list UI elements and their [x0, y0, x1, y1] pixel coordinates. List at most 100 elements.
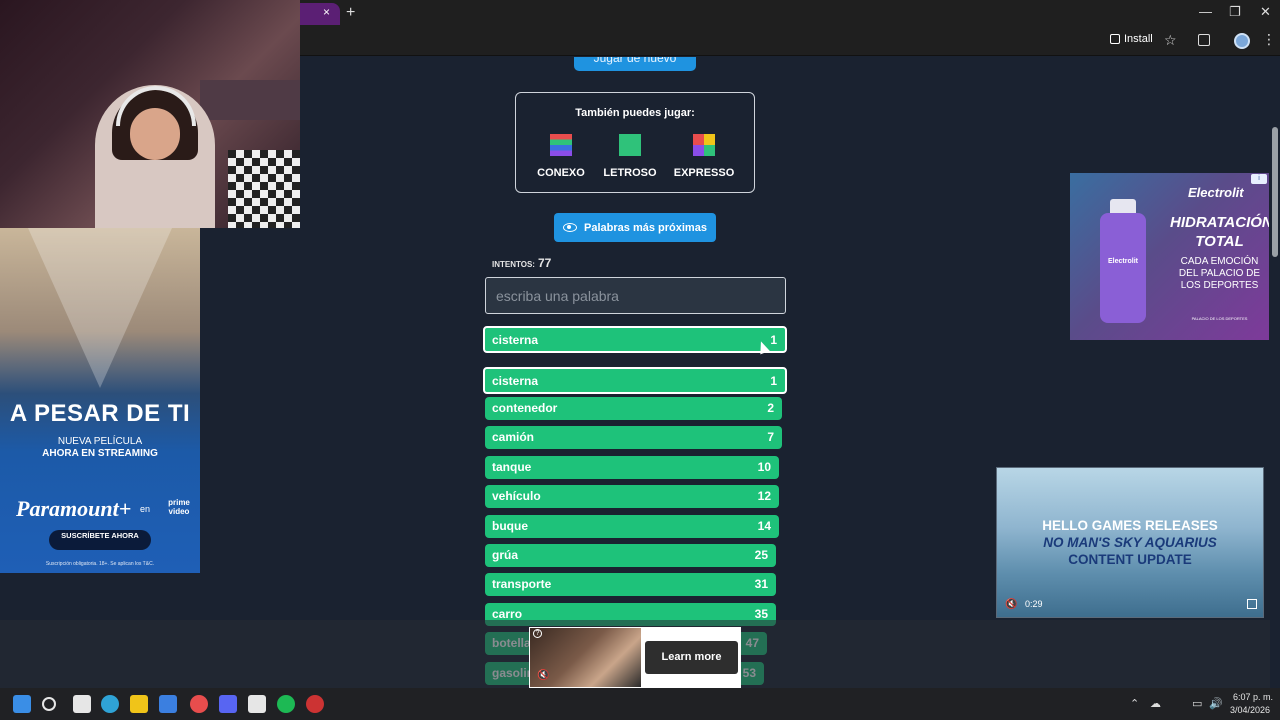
- guess-word: buque: [492, 518, 528, 533]
- guess-word: contenedor: [492, 401, 558, 415]
- install-label: Install: [1124, 33, 1153, 45]
- guess-row: transporte 31: [485, 573, 776, 597]
- guess-rank: 31: [754, 577, 768, 592]
- video-ad-player[interactable]: HELLO GAMES RELEASES NO MAN'S SKY AQUARI…: [996, 467, 1264, 618]
- guess-word: transporte: [492, 577, 552, 592]
- other-games-panel: También puedes jugar: CONEXO LETROSO EXPRE…: [515, 92, 755, 193]
- learn-more-button[interactable]: Learn more: [645, 641, 738, 674]
- mute-icon[interactable]: 🔇: [1005, 599, 1017, 610]
- adchoices-icon[interactable]: i: [1251, 174, 1267, 184]
- guess-rank: 7: [767, 430, 774, 445]
- word-input[interactable]: [485, 277, 786, 314]
- clock-date[interactable]: 3/04/2026: [1230, 705, 1270, 715]
- ad-prime-logo: prime video: [168, 498, 190, 516]
- clock-time[interactable]: 6:07 p. m.: [1233, 692, 1273, 702]
- guess-rank: 10: [757, 459, 771, 474]
- tray-expand-icon[interactable]: ⌃: [1130, 697, 1139, 710]
- ad-video-thumbnail: ? 🔇: [530, 628, 641, 687]
- guess-rank: 14: [757, 518, 771, 533]
- game-name: CONEXO: [537, 167, 585, 179]
- webcam-shelf: [200, 80, 300, 120]
- taskbar-file-explorer-icon[interactable]: [130, 695, 148, 713]
- install-button[interactable]: Install: [1110, 33, 1153, 45]
- taskbar-discord-icon[interactable]: [219, 695, 237, 713]
- minimize-button[interactable]: —: [1199, 4, 1212, 19]
- game-link-expresso[interactable]: EXPRESSO: [669, 134, 739, 179]
- ad-help-icon[interactable]: ?: [533, 629, 542, 638]
- game-name: LETROSO: [603, 167, 657, 179]
- taskbar-store-icon[interactable]: [159, 695, 177, 713]
- bottle-label: Electrolit: [1108, 258, 1138, 265]
- install-icon: [1110, 34, 1120, 44]
- closest-words-button[interactable]: Palabras más próximas: [554, 213, 716, 242]
- ad-subtitle-1: NUEVA PELÍCULA: [57, 436, 143, 447]
- game-link-conexo[interactable]: CONEXO: [526, 134, 596, 179]
- guess-row: grúa 25: [485, 544, 776, 567]
- guess-word: camión: [492, 430, 535, 445]
- close-window-button[interactable]: ✕: [1260, 4, 1271, 20]
- mute-icon[interactable]: 🔇: [537, 670, 549, 681]
- browser-menu-icon[interactable]: ⋮: [1262, 31, 1276, 48]
- bottom-video-ad[interactable]: ? 🔇 Learn more: [529, 627, 741, 688]
- guess-rank: 25: [754, 548, 768, 562]
- scroll-thumb[interactable]: [1272, 127, 1278, 257]
- guess-row: buque 14: [485, 514, 779, 538]
- bookmark-star-icon[interactable]: ☆: [1164, 32, 1177, 49]
- taskbar-task-view-icon[interactable]: [73, 695, 91, 713]
- taskbar-spotify-icon[interactable]: [277, 695, 295, 713]
- extensions-icon[interactable]: [1198, 34, 1210, 46]
- other-games-title: También puedes jugar:: [575, 107, 695, 119]
- tab-close-icon[interactable]: ×: [323, 5, 330, 19]
- guess-row: cisterna 1: [483, 367, 787, 394]
- video-headline-1: HELLO GAMES RELEASES: [1042, 518, 1218, 533]
- onedrive-icon[interactable]: ☁: [1150, 697, 1161, 710]
- video-headline-2: NO MAN'S SKY AQUARIUS: [1043, 535, 1217, 550]
- play-again-button[interactable]: Jugar de nuevo: [574, 57, 696, 71]
- maximize-button[interactable]: ❐: [1229, 4, 1241, 20]
- guess-rank: 35: [754, 606, 768, 621]
- guess-word: vehículo: [492, 489, 541, 504]
- volume-icon[interactable]: 🔊: [1209, 697, 1223, 710]
- guess-row: contenedor 2: [485, 397, 782, 420]
- guess-word: carro: [492, 606, 523, 621]
- guess-word: tanque: [492, 459, 532, 474]
- ad-subscribe-button[interactable]: SUSCRÍBETE AHORA: [49, 530, 151, 550]
- right-banner-ad[interactable]: Electrolit Electrolit HIDRATACIÓN TOTAL …: [1070, 173, 1269, 340]
- ad-fine-print: Suscripción obligatoria. 18+. Se aplican…: [45, 561, 155, 567]
- guess-word: grúa: [492, 548, 519, 562]
- game-logo-icon: [693, 134, 715, 156]
- guess-rank: 12: [757, 489, 771, 504]
- page-scrollbar[interactable]: [1270, 57, 1280, 688]
- taskbar-edge-icon[interactable]: [101, 695, 119, 713]
- ad-brand: Paramount+: [16, 496, 132, 521]
- guess-rank: 1: [770, 374, 777, 388]
- taskbar-app-red-icon[interactable]: [306, 695, 324, 713]
- taskbar-chrome-icon[interactable]: [190, 695, 208, 713]
- ad-footer: PALACIO DE LOS DEPORTES: [1191, 316, 1248, 321]
- ad-subtitle-2: AHORA EN STREAMING: [42, 448, 158, 459]
- attempts-label: INTENTOS:: [492, 260, 535, 269]
- fullscreen-icon[interactable]: [1247, 599, 1257, 609]
- bottle-image: [1100, 213, 1146, 323]
- game-name: EXPRESSO: [673, 167, 735, 179]
- webcam-chair: [228, 150, 300, 228]
- taskbar-windows-start-icon[interactable]: [13, 695, 31, 713]
- taskbar-obs-icon[interactable]: [248, 695, 266, 713]
- attempts-value: 77: [537, 256, 552, 270]
- ad-brand: Electrolit: [1188, 185, 1244, 200]
- new-tab-button[interactable]: +: [346, 4, 355, 22]
- game-link-letroso[interactable]: LETROSO: [595, 134, 665, 179]
- ad-subheadline: CADA EMOCIÓN DEL PALACIO DE LOS DEPORTES: [1178, 256, 1261, 291]
- guess-row: vehículo 12: [485, 485, 779, 509]
- game-logo-icon: [619, 134, 641, 156]
- attempts-counter: INTENTOS: 77: [492, 256, 551, 270]
- profile-avatar[interactable]: [1234, 33, 1250, 49]
- ad-v-shape: [28, 228, 172, 388]
- left-banner-ad[interactable]: A PESAR DE TI NUEVA PELÍCULA AHORA EN ST…: [0, 228, 200, 573]
- taskbar-search-icon[interactable]: [42, 697, 56, 711]
- ad-title: A PESAR DE TI: [9, 400, 191, 427]
- active-tab[interactable]: [300, 3, 340, 25]
- game-logo-icon: [550, 134, 572, 156]
- network-icon[interactable]: ▭: [1192, 697, 1202, 710]
- video-time: 0:29: [1025, 599, 1043, 609]
